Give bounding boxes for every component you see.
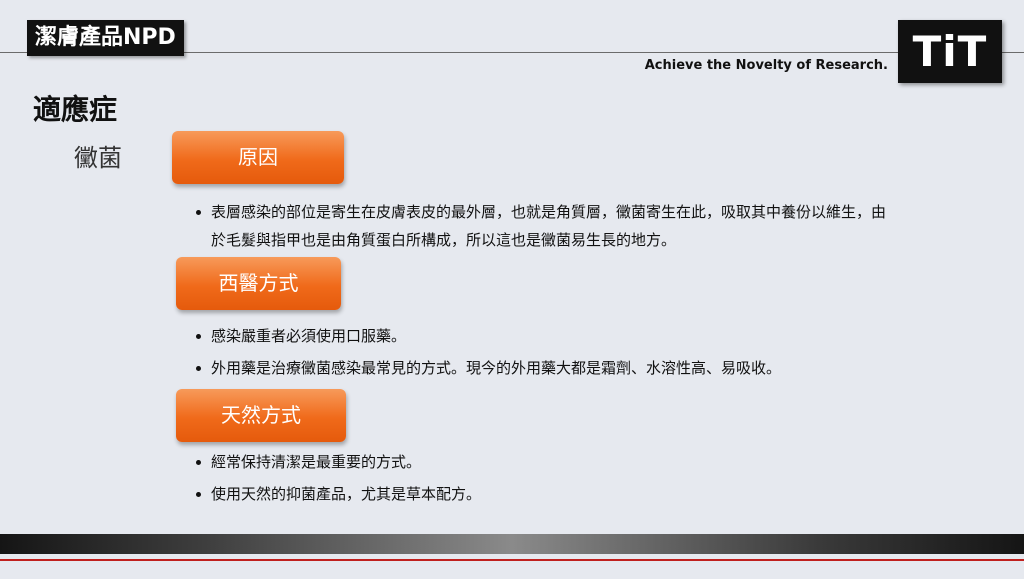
- western-medicine-bullet-list: 感染嚴重者必須使用口服藥。 外用藥是治療黴菌感染最常見的方式。現今的外用藥大都是…: [196, 322, 896, 386]
- section-heading-cause: 原因: [172, 131, 344, 184]
- list-item: 使用天然的抑菌產品，尤其是草本配方。: [196, 480, 896, 508]
- footer-gradient-bar: [0, 534, 1024, 554]
- list-item: 經常保持清潔是最重要的方式。: [196, 448, 896, 476]
- tit-logo: TiT: [898, 20, 1002, 83]
- section-heading-natural-method: 天然方式: [176, 389, 346, 442]
- tagline: Achieve the Novelty of Research.: [644, 58, 888, 73]
- page-subtitle: 黴菌: [74, 144, 122, 172]
- logo-text: TiT: [912, 27, 988, 76]
- list-item: 感染嚴重者必須使用口服藥。: [196, 322, 896, 350]
- list-item: 外用藥是治療黴菌感染最常見的方式。現今的外用藥大都是霜劑、水溶性高、易吸收。: [196, 354, 896, 382]
- page-title: 適應症: [33, 93, 118, 126]
- slide: 潔膚產品NPD TiT Achieve the Novelty of Resea…: [0, 0, 1024, 579]
- natural-method-bullet-list: 經常保持清潔是最重要的方式。 使用天然的抑菌產品，尤其是草本配方。: [196, 448, 896, 512]
- cause-bullet-list: 表層感染的部位是寄生在皮膚表皮的最外層，也就是角質層，黴菌寄生在此，吸取其中養份…: [196, 198, 886, 254]
- section-heading-western-medicine: 西醫方式: [176, 257, 341, 310]
- footer-red-line: [0, 559, 1024, 561]
- list-item: 表層感染的部位是寄生在皮膚表皮的最外層，也就是角質層，黴菌寄生在此，吸取其中養份…: [196, 198, 886, 254]
- header-tag: 潔膚產品NPD: [27, 20, 184, 56]
